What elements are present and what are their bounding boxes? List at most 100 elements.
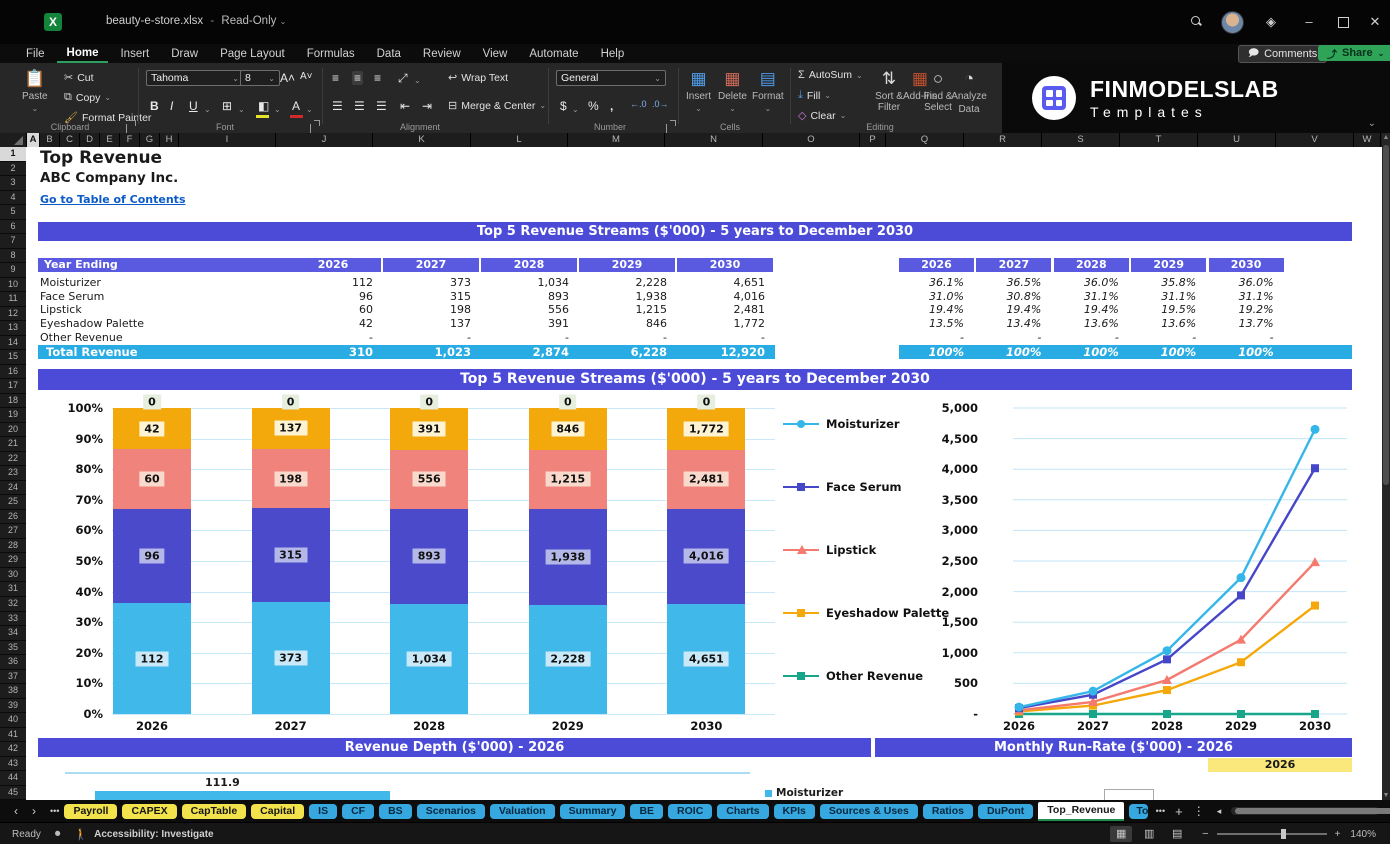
sheet-tab-be[interactable]: BE <box>630 803 664 819</box>
font-name-select[interactable]: Tahoma ⌄ <box>146 70 244 86</box>
row-header-9[interactable]: 9 <box>0 263 26 278</box>
row-header-3[interactable]: 3 <box>0 176 26 191</box>
font-color-caret-icon[interactable]: ⌄ <box>306 105 313 114</box>
tabs-back-icon[interactable]: ‹ <box>14 804 18 818</box>
account-avatar[interactable] <box>1221 11 1244 34</box>
row-header-6[interactable]: 6 <box>0 220 26 235</box>
row-header-22[interactable]: 22 <box>0 452 26 467</box>
table-header-year-2027[interactable]: 2027 <box>383 258 479 272</box>
row-header-1[interactable]: 1 <box>0 147 26 162</box>
zoom-out-button[interactable]: − <box>1202 828 1208 840</box>
zoom-in-button[interactable]: + <box>1335 829 1341 840</box>
zoom-level[interactable]: 140% <box>1350 829 1376 840</box>
pct-cell-value[interactable]: 36.1% <box>899 276 964 290</box>
menu-tab-insert[interactable]: Insert <box>110 46 159 62</box>
addins-button[interactable]: ▦ Add-ins <box>903 69 937 102</box>
sheet-tab-capital[interactable]: Capital <box>251 803 305 819</box>
pct-total-value[interactable]: 100% <box>1209 345 1274 359</box>
borders-caret-icon[interactable]: ⌄ <box>238 105 245 114</box>
menu-tab-view[interactable]: View <box>473 46 518 62</box>
wrap-text-button[interactable]: ↩ Wrap Text <box>448 71 508 85</box>
shrink-font-button[interactable]: A˅ <box>300 71 313 82</box>
sheet-tab-roic[interactable]: ROIC <box>668 803 713 819</box>
table-row-name[interactable]: Eyeshadow Palette <box>40 317 283 331</box>
sheet-tab-sources-uses[interactable]: Sources & Uses <box>819 803 918 819</box>
accessibility-status[interactable]: Accessibility: Investigate <box>94 829 214 840</box>
pct-cell-value[interactable]: 13.4% <box>976 317 1041 331</box>
autosum-button[interactable]: Σ AutoSum ⌄ <box>798 69 863 81</box>
menu-tab-home[interactable]: Home <box>56 45 109 63</box>
sheet-tab-summary[interactable]: Summary <box>559 803 626 819</box>
table-cell-value[interactable]: 137 <box>383 317 471 331</box>
row-header-17[interactable]: 17 <box>0 379 26 394</box>
row-header-35[interactable]: 35 <box>0 641 26 656</box>
ribbon-collapse-icon[interactable]: ⌄ <box>1368 118 1376 129</box>
row-header-19[interactable]: 19 <box>0 408 26 423</box>
row-header-21[interactable]: 21 <box>0 437 26 452</box>
row-header-33[interactable]: 33 <box>0 612 26 627</box>
table-cell-value[interactable]: 1,034 <box>481 276 570 290</box>
column-header-Q[interactable]: Q <box>886 133 964 147</box>
total-row-label[interactable]: Total Revenue <box>46 345 286 359</box>
merge-center-button[interactable]: ⊟ Merge & Center ⌄ <box>448 99 546 113</box>
column-header-P[interactable]: P <box>860 133 886 147</box>
paste-button[interactable]: 📋 Paste ⌄ <box>22 69 48 113</box>
row-header-24[interactable]: 24 <box>0 481 26 496</box>
pct-cell-value[interactable]: 13.6% <box>1054 317 1119 331</box>
vertical-scrollbar[interactable]: ▲ ▼ <box>1382 133 1390 800</box>
row-header-7[interactable]: 7 <box>0 234 26 249</box>
pct-cell-value[interactable]: 19.5% <box>1131 303 1196 317</box>
table-cell-value[interactable]: - <box>677 331 765 345</box>
column-header-O[interactable]: O <box>763 133 860 147</box>
pct-cell-value[interactable]: 31.1% <box>1131 290 1196 304</box>
align-bottom-button[interactable]: ≡ <box>374 71 381 85</box>
row-header-8[interactable]: 8 <box>0 249 26 264</box>
decrease-decimal-button[interactable]: .0→ <box>652 99 669 109</box>
table-header-year-2030[interactable]: 2030 <box>677 258 773 272</box>
pct-cell-value[interactable]: - <box>976 331 1041 345</box>
delete-cells-button[interactable]: ▦ Delete ⌄ <box>718 69 747 113</box>
pct-cell-value[interactable]: - <box>899 331 964 345</box>
table-cell-value[interactable]: 112 <box>285 276 373 290</box>
pct-cell-value[interactable]: 36.5% <box>976 276 1041 290</box>
pct-header-year-2030[interactable]: 2030 <box>1208 258 1284 272</box>
table-cell-value[interactable]: 1,938 <box>579 290 668 304</box>
total-cell-value[interactable]: 2,874 <box>481 345 569 359</box>
sheet-tab-payroll[interactable]: Payroll <box>64 803 118 819</box>
table-cell-value[interactable]: 2,228 <box>579 276 668 290</box>
horizontal-scrollbar[interactable] <box>1231 807 1390 815</box>
comments-button[interactable]: 🗩 Comments <box>1238 45 1328 63</box>
column-header-I[interactable]: I <box>179 133 276 147</box>
column-header-W[interactable]: W <box>1354 133 1381 147</box>
total-cell-value[interactable]: 1,023 <box>383 345 471 359</box>
column-header-D[interactable]: D <box>80 133 100 147</box>
row-header-40[interactable]: 40 <box>0 713 26 728</box>
pct-cell-value[interactable]: 19.4% <box>1054 303 1119 317</box>
column-header-L[interactable]: L <box>471 133 568 147</box>
page-break-view-button[interactable]: ▤ <box>1166 826 1188 842</box>
clear-button[interactable]: ◇ Clear ⌄ <box>798 109 846 123</box>
pct-cell-value[interactable]: 19.2% <box>1209 303 1274 317</box>
scroll-up-icon[interactable]: ▲ <box>1382 134 1390 141</box>
row-header-2[interactable]: 2 <box>0 162 26 177</box>
bold-button[interactable]: B <box>150 99 159 113</box>
column-header-E[interactable]: E <box>100 133 120 147</box>
row-header-23[interactable]: 23 <box>0 466 26 481</box>
table-header-year-2026[interactable]: 2026 <box>285 258 381 272</box>
pct-cell-value[interactable]: 31.1% <box>1209 290 1274 304</box>
zoom-slider-thumb[interactable] <box>1280 829 1286 839</box>
runrate-year-cell[interactable]: 2026 <box>1208 758 1352 772</box>
row-header-29[interactable]: 29 <box>0 553 26 568</box>
row-header-18[interactable]: 18 <box>0 394 26 409</box>
row-header-27[interactable]: 27 <box>0 524 26 539</box>
pct-cell-value[interactable]: 30.8% <box>976 290 1041 304</box>
sheet-tab-valuation[interactable]: Valuation <box>489 803 555 819</box>
increase-decimal-button[interactable]: ←.0 <box>630 99 647 109</box>
table-header-year-ending[interactable]: Year Ending <box>38 258 285 272</box>
table-cell-value[interactable]: - <box>481 331 569 345</box>
row-header-41[interactable]: 41 <box>0 728 26 743</box>
table-cell-value[interactable]: 893 <box>481 290 569 304</box>
read-only-badge[interactable]: Read-Only <box>221 15 276 27</box>
fill-color-button[interactable]: ◧ <box>258 99 269 113</box>
font-color-button[interactable]: A <box>292 99 300 113</box>
